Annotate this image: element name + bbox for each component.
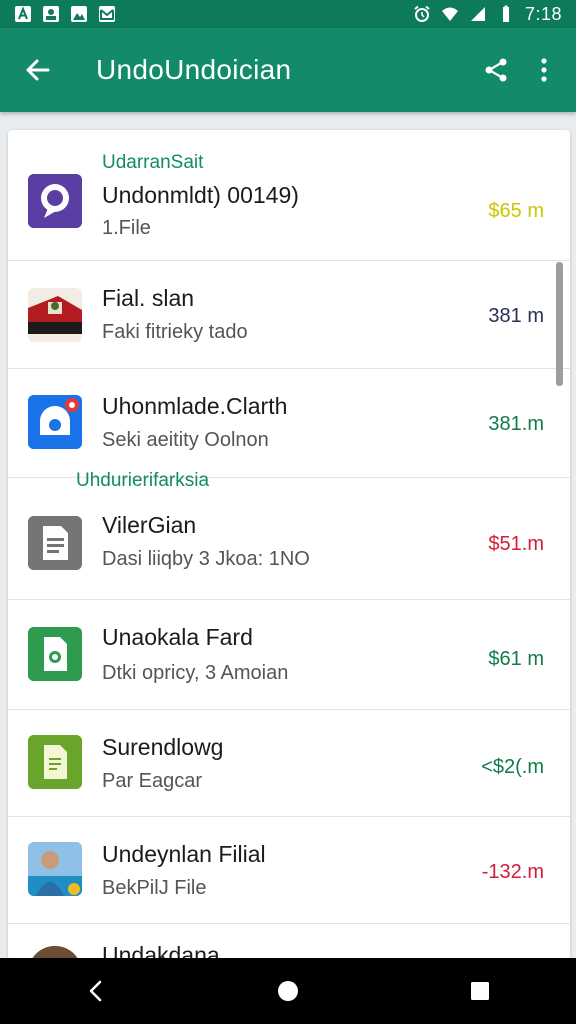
back-arrow-icon [26, 59, 50, 81]
photo-icon [42, 5, 60, 23]
battery-icon [497, 5, 515, 23]
item-amount: $61 m [488, 648, 544, 670]
item-subtitle: Par Eagcar [102, 770, 203, 792]
notification-icons [14, 5, 116, 23]
list-item[interactable]: Undeynlan Filial BekPilJ File -132.m [8, 817, 570, 924]
nav-recents-icon [471, 982, 489, 1000]
item-title: VilerGian [102, 512, 197, 538]
item-title: Undeynlan Filial [102, 841, 266, 867]
back-button[interactable] [12, 44, 64, 96]
item-amount: 381.m [488, 413, 544, 435]
status-bar: 7:18 [0, 0, 576, 28]
alarm-icon [413, 5, 431, 23]
navigation-bar [0, 958, 576, 1024]
item-subtitle: BekPilJ File [102, 877, 207, 899]
photo-thumbnail-icon [28, 288, 82, 342]
item-title: Uhonmlade.Clarth [102, 393, 288, 419]
app-bar: UndoUndoician [0, 28, 576, 112]
list-item[interactable]: Undonmldt) 00149) 1.File $65 m [8, 130, 570, 261]
nav-back-icon [89, 980, 102, 1002]
list-item[interactable]: Surendlowg Par Eagcar <$2(.m [8, 710, 570, 817]
item-subtitle: Dtki opricy, 3 Amoian [102, 662, 289, 684]
nav-home-button[interactable] [258, 961, 318, 1021]
more-options-button[interactable] [520, 46, 568, 94]
share-icon [485, 58, 507, 82]
system-icons: 7:18 [413, 4, 562, 25]
page-title: UndoUndoician [96, 54, 292, 85]
sheet-file-icon [28, 735, 82, 789]
chat-bubble-icon [28, 174, 82, 228]
signal-icon [469, 5, 487, 23]
item-subtitle: Seki aeitity Oolnon [102, 429, 269, 451]
list-item[interactable]: Undakdana [8, 924, 570, 960]
scrollbar[interactable] [556, 262, 563, 386]
a-icon [14, 5, 32, 23]
list-item[interactable]: Fial. slan Faki fitrieky tado 381 m [8, 261, 570, 369]
more-vert-icon [541, 58, 547, 82]
wifi-icon [441, 5, 459, 23]
share-button[interactable] [472, 46, 520, 94]
file-list-card: UdarranSait Undonmldt) 00149) 1.File $65… [8, 130, 570, 960]
clock: 7:18 [524, 3, 562, 24]
document-icon [28, 516, 82, 570]
mail-icon [98, 5, 116, 23]
list-item[interactable]: Uhonmlade.Clarth Seki aeitity Oolnon 381… [8, 369, 570, 478]
camera-app-icon [28, 395, 82, 449]
item-amount: $65 m [488, 200, 544, 222]
item-subtitle: Faki fitrieky tado [102, 321, 248, 343]
item-amount: -132.m [481, 861, 544, 883]
item-title: Undonmldt) 00149) [102, 182, 299, 208]
item-title: Surendlowg [102, 734, 224, 760]
green-file-icon [28, 627, 82, 681]
nav-home-icon [278, 981, 298, 1001]
item-subtitle: Dasi liiqby 3 Jkoa: 1NO [102, 548, 310, 570]
nav-recents-button[interactable] [450, 961, 510, 1021]
nav-back-button[interactable] [66, 961, 126, 1021]
item-amount: $51.m [488, 533, 544, 555]
image-icon [70, 5, 88, 23]
list-item[interactable]: Unaokala Fard Dtki opricy, 3 Amoian $61 … [8, 600, 570, 710]
person-photo-icon [28, 842, 82, 896]
item-title: Unaokala Fard [102, 624, 253, 650]
item-amount: 381 m [488, 305, 544, 327]
item-subtitle: 1.File [102, 217, 151, 239]
item-amount: <$2(.m [481, 756, 544, 778]
list-item[interactable]: VilerGian Dasi liiqby 3 Jkoa: 1NO $51.m [8, 478, 570, 600]
item-title: Fial. slan [102, 285, 195, 311]
